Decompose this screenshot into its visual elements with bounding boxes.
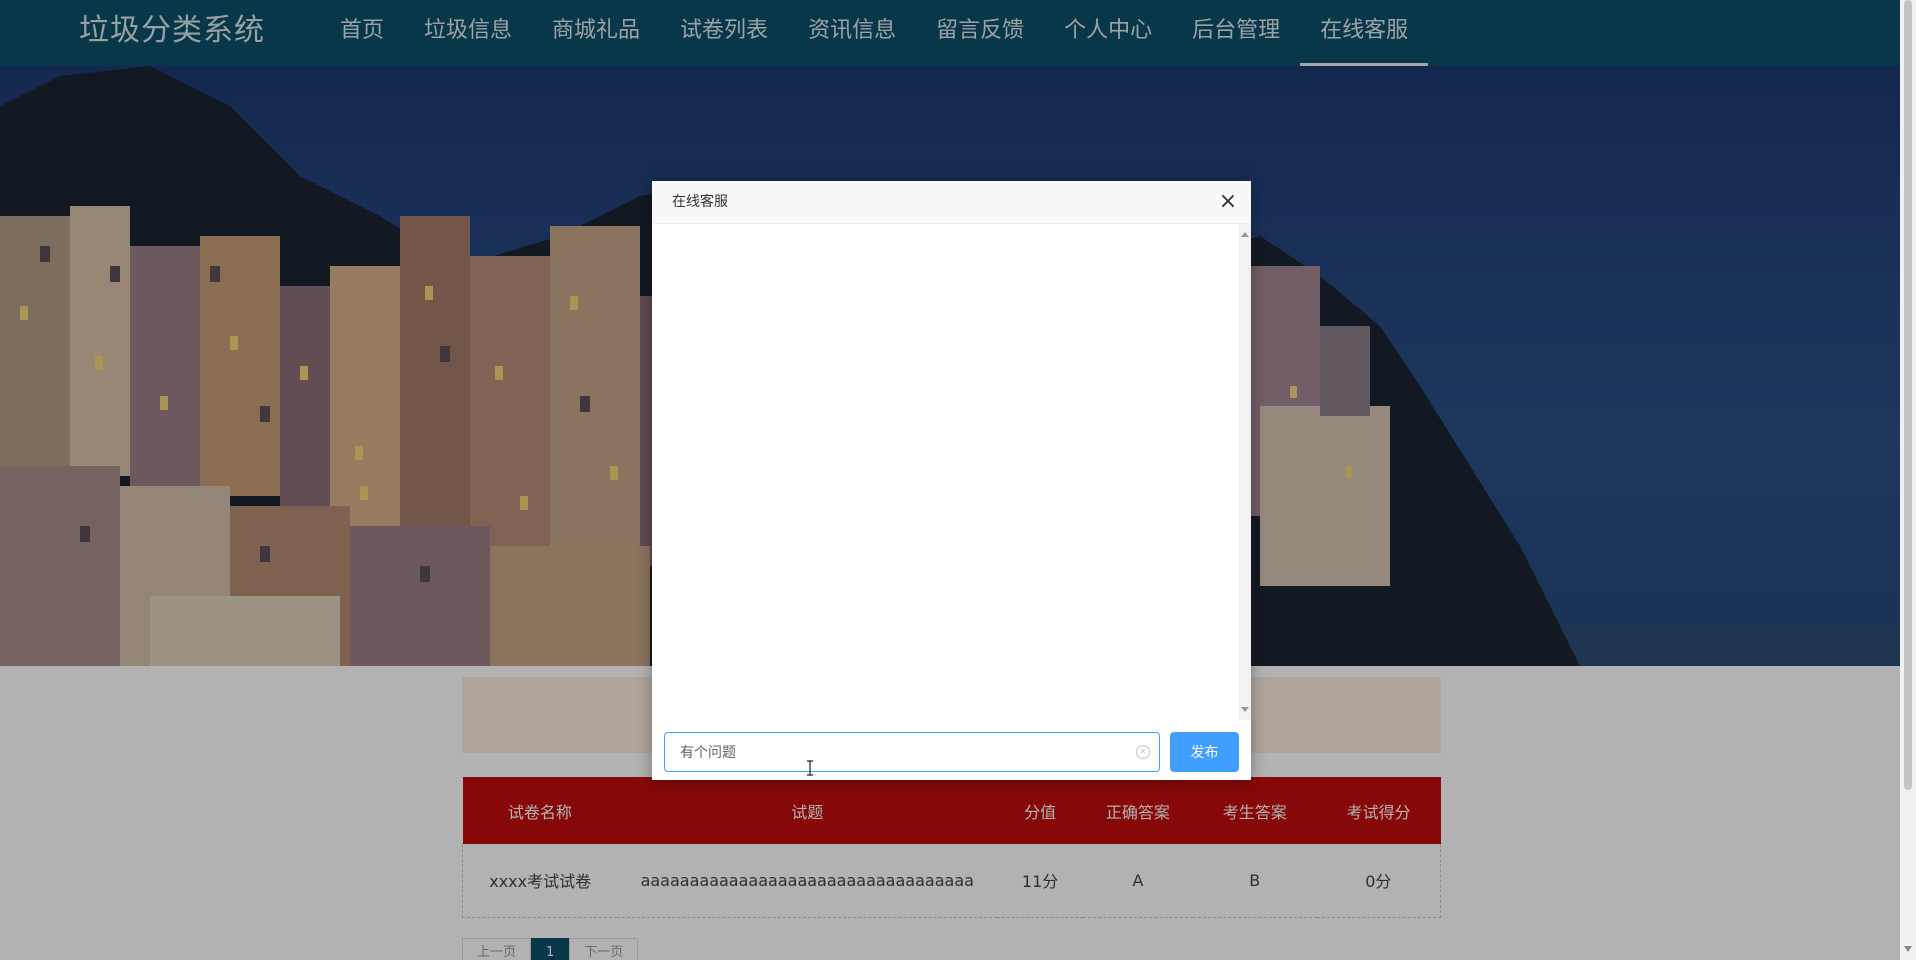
chat-scroll-down-icon[interactable]: [1241, 707, 1249, 712]
chat-scrollbar[interactable]: [1239, 224, 1251, 720]
clear-input-icon[interactable]: ×: [1136, 745, 1150, 759]
message-input-wrapper: ×: [664, 732, 1160, 772]
dialog-header: 在线客服 ×: [652, 181, 1251, 224]
online-service-dialog: 在线客服 × × 发布: [652, 181, 1251, 780]
dialog-title: 在线客服: [672, 194, 728, 210]
send-button[interactable]: 发布: [1170, 732, 1239, 772]
text-cursor-icon: [807, 760, 813, 776]
close-icon[interactable]: ×: [1217, 191, 1239, 213]
chat-scroll-up-icon[interactable]: [1241, 232, 1249, 237]
chat-message-area[interactable]: [652, 224, 1239, 720]
message-input[interactable]: [665, 733, 1135, 771]
page-scrollbar[interactable]: [1900, 0, 1916, 960]
page-scrollbar-thumb[interactable]: [1904, 0, 1912, 790]
scroll-down-arrow-icon[interactable]: [1904, 946, 1912, 952]
